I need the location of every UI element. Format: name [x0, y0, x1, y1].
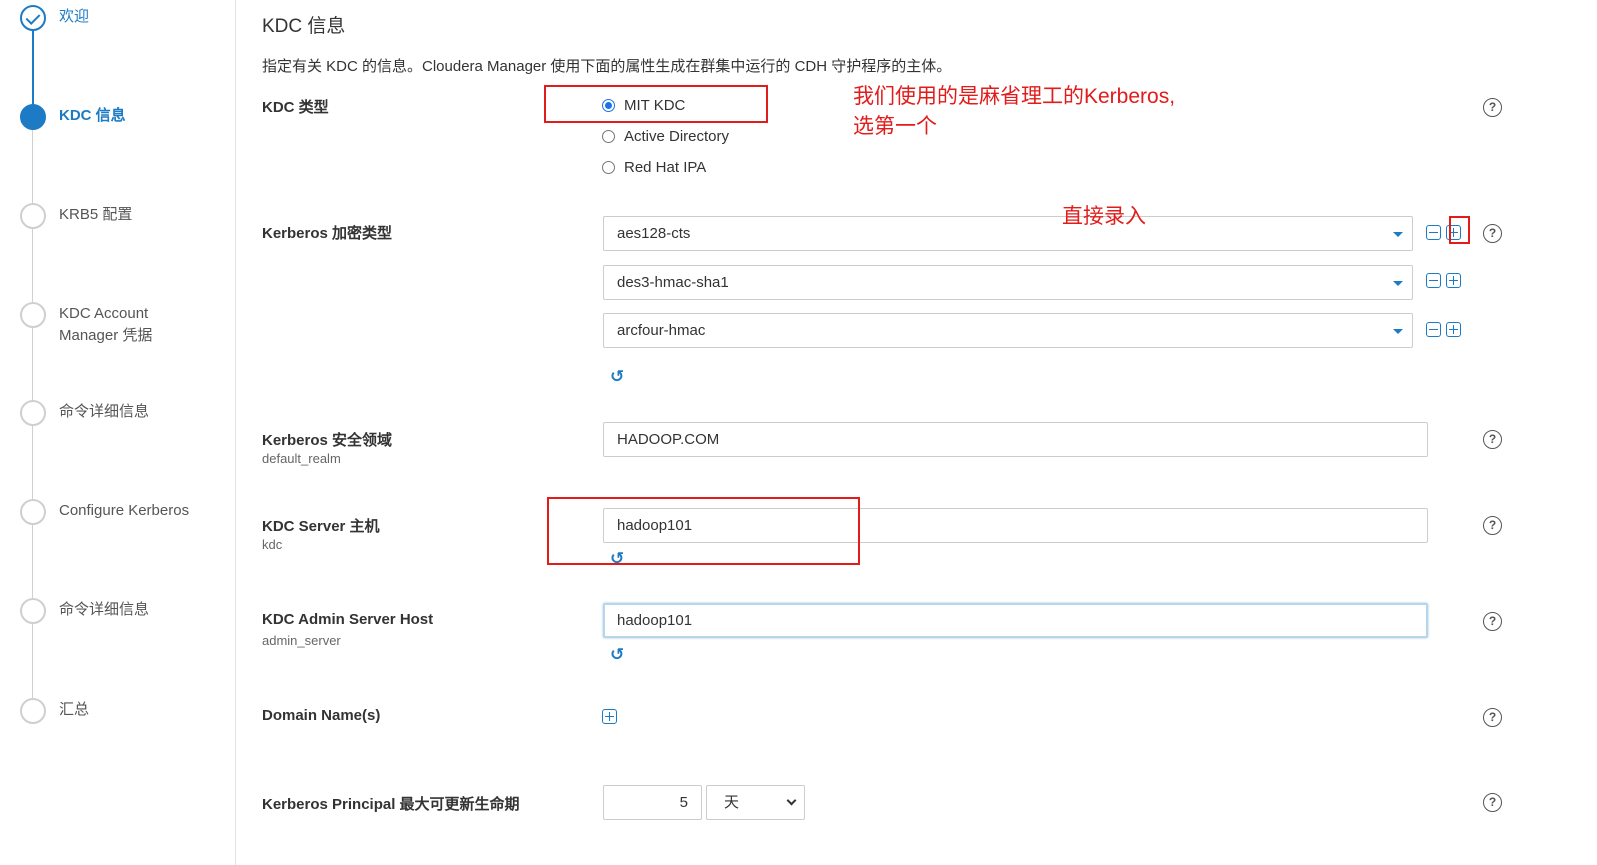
radio-unchecked-icon — [602, 161, 615, 174]
annotation-line2: 选第一个 — [853, 115, 937, 138]
radio-red-hat-ipa[interactable]: Red Hat IPA — [602, 159, 706, 176]
max-renew-label: Kerberos Principal 最大可更新生命期 — [262, 796, 520, 813]
domain-names-label: Domain Name(s) — [262, 707, 381, 724]
admin-server-sublabel: admin_server — [262, 633, 341, 648]
step-label: 欢迎 — [59, 8, 90, 25]
step-command-details-1[interactable]: 命令详细信息 — [20, 400, 149, 426]
step-welcome[interactable]: 欢迎 — [20, 5, 89, 31]
max-renew-input[interactable]: 5 — [603, 785, 702, 820]
page-title: KDC 信息 — [262, 16, 346, 37]
step-kdc-account-manager[interactable]: KDC Account Manager 凭据 — [20, 302, 152, 347]
admin-server-input[interactable]: hadoop101 — [603, 603, 1428, 638]
step-active-indicator — [20, 104, 46, 130]
radio-label: Red Hat IPA — [624, 159, 707, 176]
annotation-box-add — [1449, 216, 1470, 244]
step-label: 命令详细信息 — [59, 403, 150, 420]
remove-icon[interactable] — [1426, 225, 1441, 240]
step-indicator — [20, 400, 46, 426]
select-value: 天 — [724, 794, 740, 811]
step-label-line2: Manager 凭据 — [59, 327, 153, 344]
step-kdc-info[interactable]: KDC 信息 — [20, 104, 126, 130]
select-value: des3-hmac-sha1 — [617, 274, 729, 291]
realm-input[interactable]: HADOOP.COM — [603, 422, 1428, 457]
select-value: arcfour-hmac — [617, 322, 706, 339]
radio-unchecked-icon — [602, 130, 615, 143]
encryption-type-label: Kerberos 加密类型 — [262, 225, 393, 242]
help-icon[interactable]: ? — [1483, 612, 1502, 631]
annotation-box-kdc-server — [547, 497, 860, 565]
step-label: 汇总 — [59, 701, 90, 718]
help-icon[interactable]: ? — [1483, 516, 1502, 535]
check-icon — [20, 5, 46, 31]
undo-icon[interactable]: ↺ — [610, 646, 624, 663]
encryption-select-3[interactable]: arcfour-hmac — [603, 313, 1413, 348]
step-label: KRB5 配置 — [59, 206, 133, 223]
help-icon[interactable]: ? — [1483, 98, 1502, 117]
remove-icon[interactable] — [1426, 322, 1441, 337]
caret-down-icon — [1393, 281, 1403, 286]
kdc-server-label: KDC Server 主机 — [262, 518, 380, 535]
radio-active-directory[interactable]: Active Directory — [602, 128, 729, 145]
help-icon[interactable]: ? — [1483, 708, 1502, 727]
realm-sublabel: default_realm — [262, 451, 341, 466]
caret-down-icon — [1393, 329, 1403, 334]
page-description: 指定有关 KDC 的信息。Cloudera Manager 使用下面的属性生成在… — [262, 58, 952, 75]
wizard-steps-sidebar: 欢迎 KDC 信息 KRB5 配置 KDC Account Manager 凭据… — [0, 0, 236, 865]
select-value: aes128-cts — [617, 225, 691, 242]
add-icon[interactable] — [602, 709, 617, 724]
remove-icon[interactable] — [1426, 273, 1441, 288]
encryption-select-1[interactable]: aes128-cts — [603, 216, 1413, 251]
step-indicator — [20, 499, 46, 525]
add-icon[interactable] — [1446, 273, 1461, 288]
radio-label: Active Directory — [624, 128, 730, 145]
step-label: Configure Kerberos — [59, 502, 190, 519]
encryption-row-3-controls — [1426, 322, 1461, 337]
encryption-row-2-controls — [1426, 273, 1461, 288]
step-krb5-config[interactable]: KRB5 配置 — [20, 203, 132, 229]
annotation-box-kdc-type — [544, 85, 768, 123]
step-indicator — [20, 302, 46, 328]
step-command-details-2[interactable]: 命令详细信息 — [20, 598, 149, 624]
max-renew-unit-select[interactable]: 天 — [706, 785, 805, 820]
chevron-down-icon — [786, 795, 797, 806]
help-icon[interactable]: ? — [1483, 224, 1502, 243]
domain-names-controls — [602, 709, 617, 724]
help-icon[interactable]: ? — [1483, 793, 1502, 812]
step-indicator — [20, 698, 46, 724]
undo-icon[interactable]: ↺ — [610, 368, 624, 385]
encryption-select-2[interactable]: des3-hmac-sha1 — [603, 265, 1413, 300]
kdc-type-label: KDC 类型 — [262, 99, 329, 116]
step-label-line1: KDC Account — [59, 305, 149, 322]
annotation-enc-note: 直接录入 — [1062, 205, 1146, 228]
caret-down-icon — [1393, 232, 1403, 237]
step-label: KDC Account Manager 凭据 — [59, 303, 152, 347]
step-configure-kerberos[interactable]: Configure Kerberos — [20, 499, 189, 525]
kdc-server-sublabel: kdc — [262, 537, 283, 552]
step-indicator — [20, 598, 46, 624]
step-indicator — [20, 203, 46, 229]
add-icon[interactable] — [1446, 322, 1461, 337]
step-label: 命令详细信息 — [59, 601, 150, 618]
admin-server-label: KDC Admin Server Host — [262, 611, 434, 628]
realm-label: Kerberos 安全领域 — [262, 432, 393, 449]
help-icon[interactable]: ? — [1483, 430, 1502, 449]
step-label: KDC 信息 — [59, 107, 126, 124]
step-summary[interactable]: 汇总 — [20, 698, 89, 724]
annotation-kdc-note: 我们使用的是麻省理工的Kerberos, 选第一个 — [853, 82, 1175, 142]
annotation-line1: 我们使用的是麻省理工的Kerberos, — [853, 85, 1176, 108]
